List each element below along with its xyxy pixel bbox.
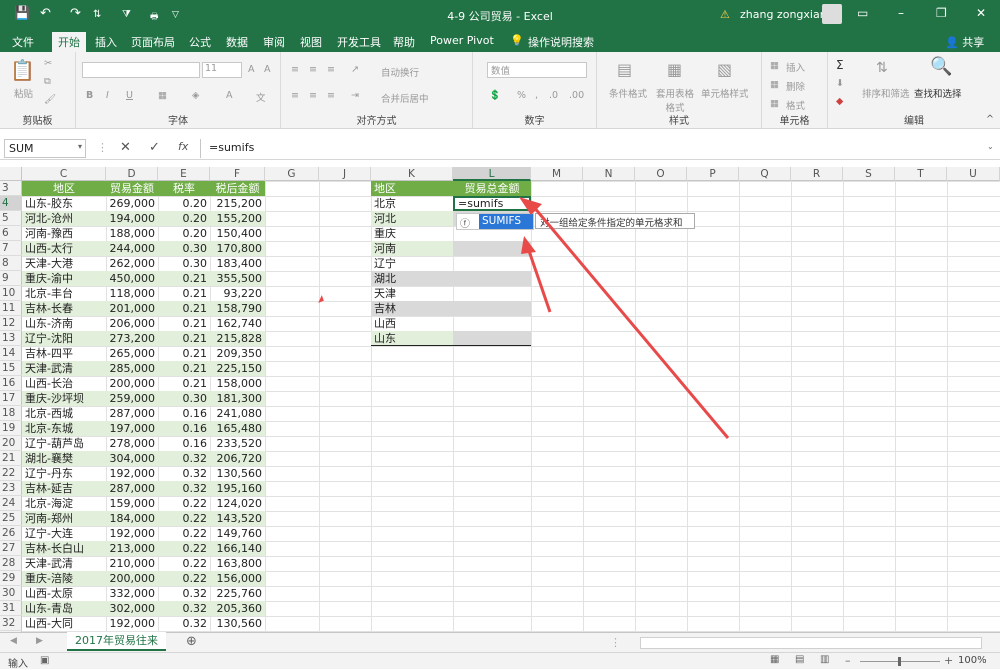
page-layout-icon[interactable]: ▤ [795, 654, 804, 665]
status-mode: 输入 [8, 659, 28, 670]
annotation-arrows [519, 197, 730, 439]
sheet-tab[interactable]: 2017年贸易往来 [67, 632, 166, 651]
next-sheet-icon[interactable]: ▶ [36, 636, 43, 646]
sheet-tab-bar: ◀ ▶ 2017年贸易往来 ⊕ ⋮ [0, 632, 1000, 652]
zoom-thumb[interactable] [898, 657, 901, 666]
horizontal-scrollbar[interactable] [640, 637, 982, 649]
prev-sheet-icon[interactable]: ◀ [10, 636, 17, 646]
annotation-arrow-long [531, 205, 730, 439]
page-break-icon[interactable]: ▥ [820, 654, 829, 665]
normal-view-icon[interactable]: ▦ [770, 654, 779, 665]
zoom-level[interactable]: 100% [958, 655, 987, 666]
macro-record-icon[interactable]: ▣ [40, 655, 49, 666]
zoom-out-icon[interactable]: – [845, 654, 851, 667]
annotation-arrowhead-short [521, 236, 536, 254]
tab-splitter[interactable]: ⋮ [610, 636, 621, 649]
add-sheet-icon[interactable]: ⊕ [186, 634, 197, 649]
status-bar: 输入 ▣ ▦ ▤ ▥ – + 100% [0, 652, 1000, 670]
annotation-arrow-short [526, 247, 552, 313]
zoom-in-icon[interactable]: + [944, 654, 953, 667]
